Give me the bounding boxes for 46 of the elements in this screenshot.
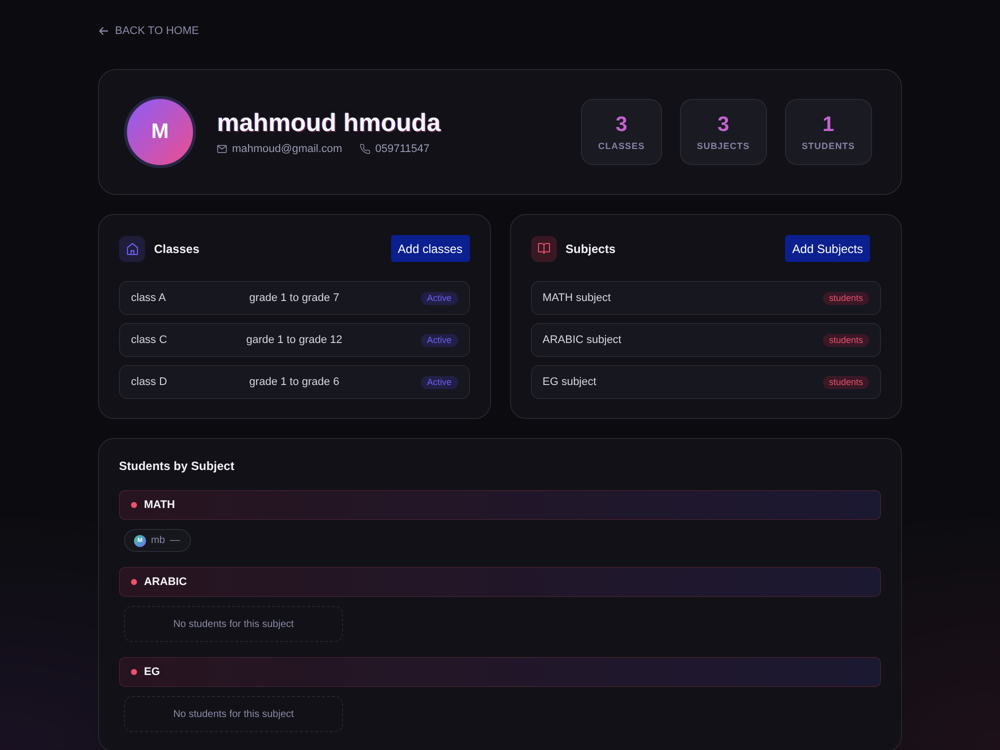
empty-state: No students for this subject [124, 606, 343, 642]
grade-range: grade 1 to grade 7 [249, 292, 340, 304]
back-link[interactable]: BACK TO HOME [98, 24, 199, 38]
add-subjects-button[interactable]: Add Subjects [785, 235, 870, 262]
grade-range: garde 1 to grade 12 [246, 334, 342, 346]
stat-value: 1 [822, 114, 834, 136]
subject-name: ARABIC subject [542, 334, 622, 346]
students-badge: students [822, 376, 869, 388]
section-title: Students by Subject [119, 459, 234, 473]
status-badge: Active [420, 292, 458, 304]
book-icon [530, 236, 556, 262]
student-name: mb [151, 535, 165, 546]
subject-label: MATH [144, 499, 175, 511]
envelope-icon [217, 145, 227, 153]
subject-name: MATH subject [542, 292, 611, 304]
grade-range: grade 1 to grade 6 [249, 376, 340, 388]
house-icon [119, 236, 145, 262]
phone-text: 059711547 [375, 143, 430, 155]
avatar: M [124, 96, 196, 168]
card-title: Subjects [566, 242, 616, 256]
subject-label: ARABIC [144, 576, 187, 588]
dot-icon [131, 669, 137, 675]
status-badge: Active [420, 376, 458, 388]
email-text: mahmoud@gmail.com [232, 143, 342, 155]
subject-name: EG subject [542, 376, 596, 388]
phone-icon [360, 144, 370, 154]
stat-label: STUDENTS [802, 140, 855, 150]
arrow-left-icon [99, 27, 108, 35]
stat-value: 3 [616, 114, 628, 136]
subject-label: EG [144, 666, 160, 678]
students-badge: students [822, 292, 869, 304]
students-badge: students [822, 334, 869, 346]
stat-value: 3 [717, 114, 730, 136]
card-title: Classes [154, 242, 200, 256]
empty-state: No students for this subject [124, 696, 343, 732]
add-classes-button[interactable]: Add classes [390, 235, 470, 262]
class-name: class A [131, 292, 166, 304]
class-name: class C [131, 334, 168, 346]
dot-icon [131, 502, 137, 508]
student-detail: — [170, 535, 180, 546]
status-badge: Active [420, 334, 458, 346]
stat-label: SUBJECTS [696, 140, 750, 150]
class-name: class D [131, 376, 168, 388]
profile-name: mahmoud hmouda [217, 109, 441, 137]
dot-icon [131, 579, 137, 585]
stat-label: CLASSES [598, 140, 645, 150]
